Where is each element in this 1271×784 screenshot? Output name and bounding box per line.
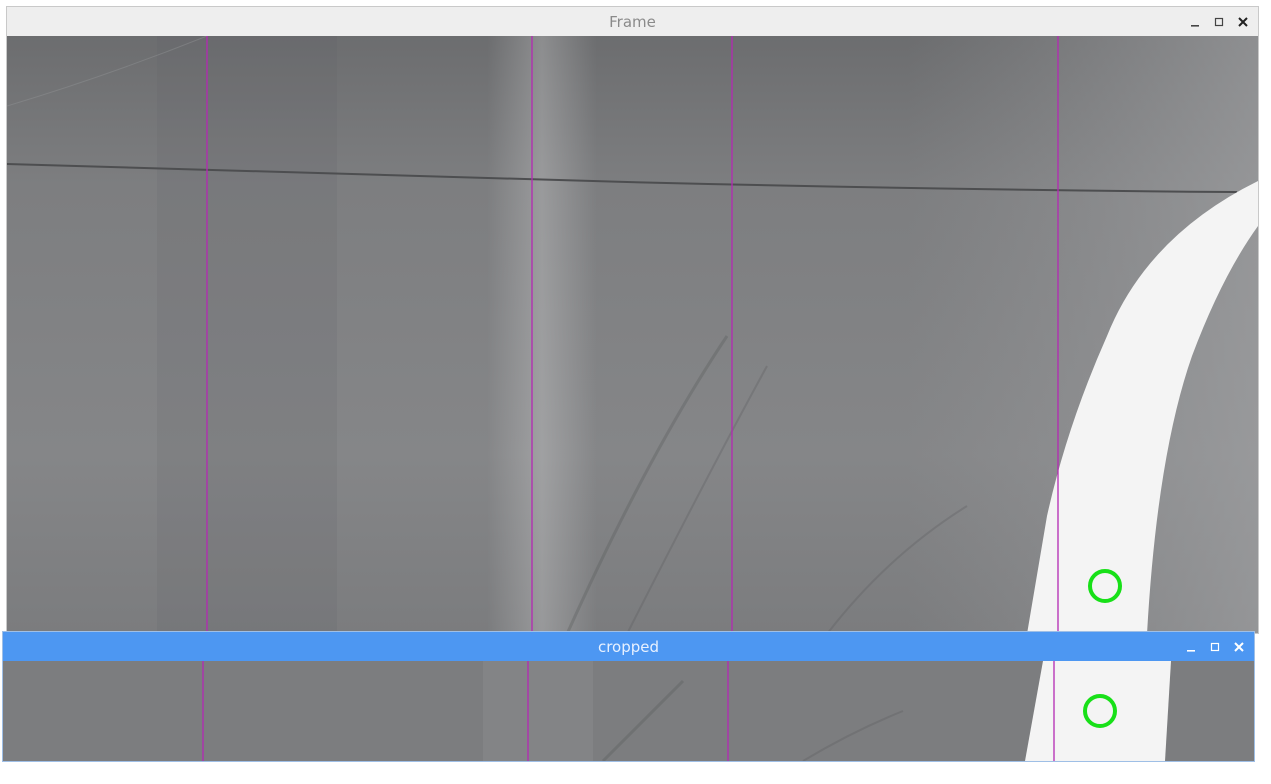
minimize-icon xyxy=(1187,649,1195,652)
cropped-video-view xyxy=(3,661,1254,761)
cropped-close-button[interactable] xyxy=(1230,638,1248,656)
light-reflection xyxy=(487,36,597,633)
frame-title: Frame xyxy=(609,12,656,31)
frame-maximize-button[interactable] xyxy=(1210,13,1228,31)
frame-window[interactable]: Frame xyxy=(6,6,1259,634)
white-lane-line xyxy=(1025,661,1171,761)
frame-camera-image xyxy=(7,36,1258,633)
cropped-window-controls xyxy=(1182,632,1248,661)
cropped-camera-image xyxy=(3,661,1254,761)
maximize-icon xyxy=(1210,642,1220,651)
frame-close-button[interactable] xyxy=(1234,13,1252,31)
frame-minimize-button[interactable] xyxy=(1186,13,1204,31)
cropped-minimize-button[interactable] xyxy=(1182,638,1200,656)
cropped-title: cropped xyxy=(597,637,660,656)
cropped-titlebar[interactable]: cropped xyxy=(3,632,1254,661)
cropped-window[interactable]: cropped xyxy=(2,631,1255,762)
close-icon xyxy=(1238,16,1248,27)
frame-window-controls xyxy=(1186,7,1252,36)
frame-video-view xyxy=(7,36,1258,633)
maximize-icon xyxy=(1214,17,1224,26)
cropped-maximize-button[interactable] xyxy=(1206,638,1224,656)
minimize-icon xyxy=(1191,24,1199,27)
frame-titlebar[interactable]: Frame xyxy=(7,7,1258,36)
close-icon xyxy=(1234,641,1244,652)
